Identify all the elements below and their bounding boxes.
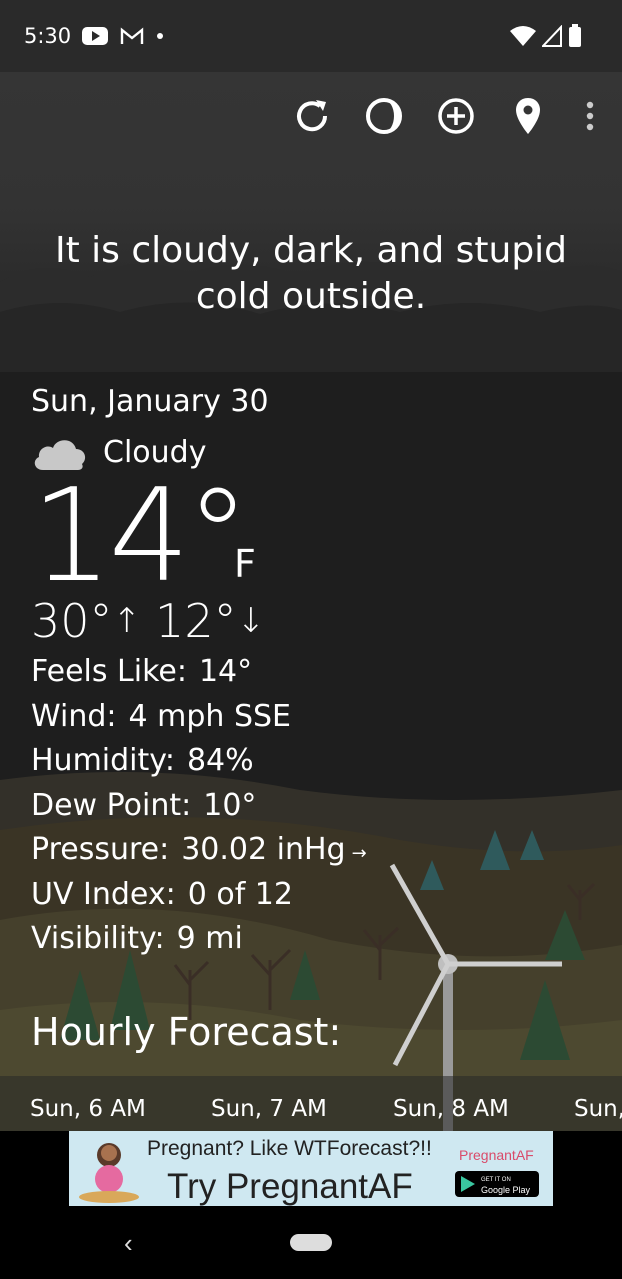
ad-title: Try PregnantAF bbox=[167, 1167, 413, 1206]
signal-icon bbox=[542, 25, 562, 47]
store-badge-name: Google Play bbox=[481, 1185, 531, 1195]
stat-wind: Wind: 4 mph SSE bbox=[31, 695, 367, 740]
stat-uv-index: UV Index: 0 of 12 bbox=[31, 873, 367, 918]
more-options-button[interactable] bbox=[578, 92, 602, 140]
status-bar: 5:30 bbox=[0, 0, 622, 72]
pressure-trend-icon: → bbox=[351, 843, 367, 864]
temperature-display: 14° F bbox=[31, 473, 367, 601]
stat-label: Dew Point: bbox=[31, 787, 192, 823]
hourly-forecast-title: Hourly Forecast: bbox=[31, 1010, 342, 1054]
stat-value: 14° bbox=[198, 654, 253, 689]
stat-humidity: Humidity: 84% bbox=[31, 739, 367, 784]
gmail-icon bbox=[120, 27, 144, 44]
stat-label: Feels Like: bbox=[31, 654, 187, 689]
refresh-button[interactable] bbox=[290, 92, 334, 140]
stat-label: UV Index: bbox=[31, 876, 176, 912]
stat-value: 9 mi bbox=[176, 921, 243, 956]
stat-value: 0 of 12 bbox=[187, 876, 293, 912]
more-vert-icon bbox=[586, 101, 594, 131]
ad-brand: PregnantAF bbox=[459, 1147, 534, 1163]
stat-label: Humidity: bbox=[31, 743, 175, 778]
stat-value: 10° bbox=[203, 787, 257, 823]
notification-icons bbox=[82, 26, 164, 46]
youtube-icon bbox=[82, 27, 108, 45]
hourly-item[interactable]: Sun, bbox=[574, 1096, 622, 1122]
stat-visibility: Visibility: 9 mi bbox=[31, 917, 367, 962]
google-play-badge[interactable]: GET IT ON Google Play bbox=[455, 1171, 539, 1197]
theme-button[interactable] bbox=[362, 92, 406, 140]
store-badge-text: GET IT ON Google Play bbox=[481, 1173, 530, 1195]
status-time: 5:30 bbox=[24, 24, 72, 48]
location-button[interactable] bbox=[506, 92, 550, 140]
hourly-forecast-strip[interactable]: Sun, 6 AM Sun, 7 AM Sun, 8 AM Sun, bbox=[0, 1076, 622, 1131]
current-temperature: 14° bbox=[31, 462, 250, 611]
stat-feels-like: Feels Like: 14° bbox=[31, 650, 367, 695]
add-location-icon bbox=[438, 98, 474, 134]
back-icon[interactable]: ‹ bbox=[124, 1228, 133, 1259]
current-date: Sun, January 30 bbox=[31, 384, 269, 419]
hourly-item[interactable]: Sun, 6 AM bbox=[30, 1096, 146, 1122]
ad-headline: Pregnant? Like WTForecast?!! bbox=[147, 1137, 432, 1160]
stat-label: Visibility: bbox=[31, 921, 165, 956]
home-pill[interactable] bbox=[290, 1234, 332, 1251]
location-pin-icon bbox=[516, 98, 540, 134]
store-badge-small: GET IT ON bbox=[481, 1177, 511, 1183]
add-location-button[interactable] bbox=[434, 92, 478, 140]
weather-headline: It is cloudy, dark, and stupid cold outs… bbox=[54, 230, 568, 317]
refresh-icon bbox=[297, 100, 328, 132]
battery-icon bbox=[569, 24, 581, 47]
stat-value: 84% bbox=[186, 743, 254, 778]
stat-value: 30.02 inHg bbox=[181, 832, 346, 867]
play-store-icon bbox=[461, 1176, 475, 1192]
stat-label: Wind: bbox=[31, 698, 117, 734]
stat-pressure: Pressure: 30.02 inHg → bbox=[31, 828, 367, 873]
ad-banner[interactable]: Pregnant? Like WTForecast?!! PregnantAF … bbox=[69, 1131, 553, 1206]
dot-icon bbox=[157, 33, 163, 39]
theme-icon bbox=[366, 98, 402, 134]
app-toolbar bbox=[290, 92, 602, 140]
current-conditions: Sun, January 30 Cloudy 14° F 30° ↑ 12° ↓… bbox=[31, 384, 367, 962]
system-icons bbox=[510, 24, 582, 48]
temperature-unit: F bbox=[234, 542, 256, 586]
stat-label: Pressure: bbox=[31, 832, 170, 867]
hourly-item[interactable]: Sun, 7 AM bbox=[211, 1096, 327, 1122]
stat-dew-point: Dew Point: 10° bbox=[31, 784, 367, 829]
stat-value: 4 mph SSE bbox=[128, 698, 291, 734]
hourly-item[interactable]: Sun, 8 AM bbox=[393, 1096, 509, 1122]
wifi-icon bbox=[510, 26, 536, 46]
ad-illustration bbox=[79, 1143, 139, 1203]
